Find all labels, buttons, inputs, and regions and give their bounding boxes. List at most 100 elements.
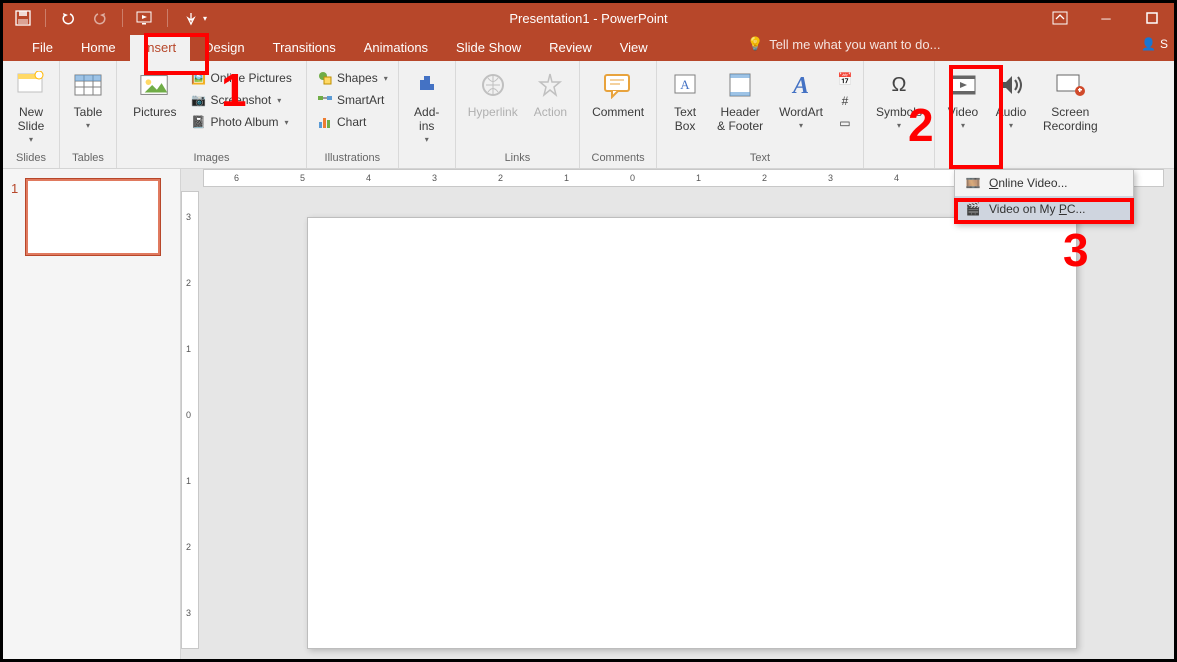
workspace: 1 6543210123456 3210123 [3,169,1174,659]
group-addins: Add- ins ▾ [399,61,456,168]
action-button: Action [528,65,573,121]
date-time-icon: 📅 [837,71,853,87]
slide-thumbnail-preview[interactable] [26,179,160,255]
comment-icon [602,69,634,101]
quick-access-toolbar: ▾ [3,8,210,28]
header-footer-label: Header & Footer [717,105,763,133]
tab-review[interactable]: Review [535,35,606,61]
photo-album-icon: 📓 [190,114,206,130]
slide-thumbnail-1[interactable]: 1 [11,179,172,255]
ruler-tick: 3 [186,212,191,222]
smartart-icon [317,92,333,108]
svg-text:A: A [791,73,809,99]
group-media: Video ▾ Audio ▾ Screen Recording [935,61,1110,168]
action-icon [534,69,566,101]
slide-edit-area: 6543210123456 3210123 [181,169,1174,659]
header-footer-icon [724,69,756,101]
object-button[interactable]: ▭ [833,112,857,134]
lightbulb-icon: 💡 [747,36,763,52]
photo-album-button[interactable]: 📓Photo Album [186,111,295,133]
start-from-beginning-icon[interactable] [135,8,155,28]
group-images: Pictures 🖼️ Online Pictures 📷Screenshot 📓… [117,61,307,168]
new-slide-icon [15,69,47,101]
undo-icon[interactable] [58,8,78,28]
text-box-button[interactable]: A Text Box [663,65,707,135]
slide-thumbnail-panel[interactable]: 1 [3,169,181,659]
slide-number-button[interactable]: # [833,90,857,112]
slide-number-icon: # [837,93,853,109]
screen-recording-icon [1054,69,1086,101]
tell-me-search[interactable]: 💡 Tell me what you want to do... [747,36,940,52]
group-tables-label: Tables [72,152,104,166]
video-icon [947,69,979,101]
online-pictures-label: Online Pictures [210,71,291,85]
audio-button[interactable]: Audio ▾ [989,65,1033,135]
sign-in[interactable]: 👤 S [1141,37,1168,51]
wordart-icon: A [785,69,817,101]
minimize-button[interactable]: ─ [1092,8,1120,28]
screen-recording-button[interactable]: Screen Recording [1037,65,1104,135]
ruler-tick: 2 [498,173,503,183]
slide-canvas[interactable] [307,217,1077,649]
table-icon [72,69,104,101]
new-slide-button[interactable]: New Slide ▾ [9,65,53,149]
tab-transitions[interactable]: Transitions [259,35,350,61]
ruler-tick: 4 [894,173,899,183]
screenshot-button[interactable]: 📷Screenshot [186,89,295,111]
audio-label: Audio [996,105,1027,119]
shapes-button[interactable]: Shapes [313,67,392,89]
group-comments-label: Comments [592,152,645,166]
screenshot-icon: 📷 [190,92,206,108]
ruler-tick: 2 [186,542,191,552]
screen-recording-label: Screen Recording [1043,105,1098,133]
vertical-ruler[interactable]: 3210123 [181,191,199,649]
text-box-icon: A [669,69,701,101]
video-on-my-pc-menu-item[interactable]: 🎬 Video on My PC... [955,196,1133,222]
slide-thumbnail-number: 1 [11,179,18,255]
shapes-icon [317,70,333,86]
ruler-tick: 3 [432,173,437,183]
chart-icon [317,114,333,130]
header-footer-button[interactable]: Header & Footer [711,65,769,135]
comment-button[interactable]: Comment [586,65,650,121]
symbols-label: Symbols [876,105,922,119]
online-pictures-button[interactable]: 🖼️ Online Pictures [186,67,295,89]
maximize-button[interactable] [1138,8,1166,28]
user-icon: 👤 [1141,37,1156,51]
touch-mouse-mode-icon[interactable]: ▾ [180,8,210,28]
redo-icon[interactable] [90,8,110,28]
video-file-icon: 🎬 [965,201,981,217]
wordart-button[interactable]: A WordArt ▾ [773,65,829,135]
audio-icon [995,69,1027,101]
pictures-icon [139,69,171,101]
online-video-menu-item[interactable]: 🎞️ Online Video... [955,170,1133,196]
group-text-label: Text [750,152,770,166]
tab-animations[interactable]: Animations [350,35,442,61]
group-comments: Comment Comments [580,61,657,168]
save-icon[interactable] [13,8,33,28]
chart-label: Chart [337,115,366,129]
smartart-label: SmartArt [337,93,384,107]
date-time-button[interactable]: 📅 [833,68,857,90]
tab-slideshow[interactable]: Slide Show [442,35,535,61]
smartart-button[interactable]: SmartArt [313,89,392,111]
tab-view[interactable]: View [606,35,662,61]
group-illustrations: Shapes SmartArt Chart Illustrations [307,61,399,168]
online-pictures-icon: 🖼️ [190,70,206,86]
table-button[interactable]: Table ▾ [66,65,110,135]
shapes-label: Shapes [337,71,378,85]
chart-button[interactable]: Chart [313,111,392,133]
pictures-button[interactable]: Pictures [127,65,182,121]
ruler-tick: 2 [762,173,767,183]
group-links: Hyperlink Action Links [456,61,580,168]
video-button[interactable]: Video ▾ [941,65,985,135]
symbols-button[interactable]: Ω Symbols ▾ [870,65,928,135]
tab-design[interactable]: Design [190,35,258,61]
tab-file[interactable]: File [18,35,67,61]
tab-insert[interactable]: Insert [130,35,191,61]
object-icon: ▭ [837,115,853,131]
group-symbols: Ω Symbols ▾ [864,61,935,168]
tab-home[interactable]: Home [67,35,130,61]
addins-button[interactable]: Add- ins ▾ [405,65,449,149]
ribbon-display-options-icon[interactable] [1046,8,1074,28]
